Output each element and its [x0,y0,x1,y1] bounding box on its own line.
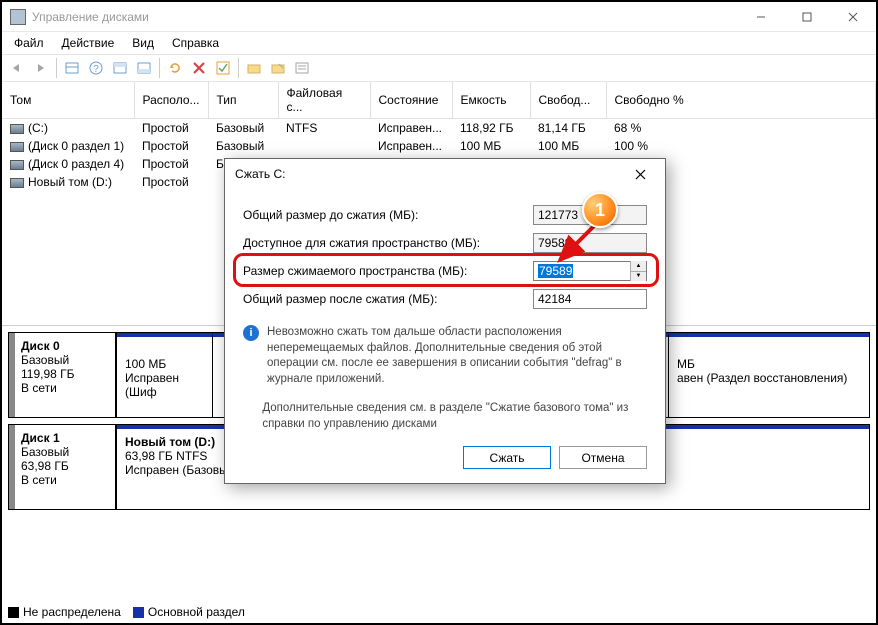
cancel-button[interactable]: Отмена [559,446,647,469]
partition[interactable]: 100 МБ Исправен (Шиф [117,333,213,417]
refresh-icon[interactable] [164,57,186,79]
spinner[interactable]: ▲▼ [630,261,646,281]
table-row[interactable]: (C:) ПростойБазовыйNTFS Исправен...118,9… [2,119,876,138]
minimize-button[interactable] [738,2,784,32]
info-icon: i [243,325,259,341]
dialog-title-bar: Сжать C: [225,159,665,189]
spinner-down-icon: ▼ [631,272,646,282]
grid-top-icon[interactable] [109,57,131,79]
col-fs[interactable]: Файловая с... [278,82,370,119]
back-icon[interactable] [6,57,28,79]
col-layout[interactable]: Располо... [134,82,208,119]
title-bar: Управление дисками [2,2,876,32]
shrink-amount-input[interactable]: 79589 ▲▼ [533,261,647,281]
value-available: 79589 [533,233,647,253]
col-free[interactable]: Свобод... [530,82,606,119]
partition[interactable]: МБ авен (Раздел восстановления) [669,333,869,417]
value-total-after: 42184 [533,289,647,309]
toolbar: ? [2,54,876,82]
delete-icon[interactable] [188,57,210,79]
folder-icon[interactable] [243,57,265,79]
svg-text:?: ? [93,64,99,75]
menu-help[interactable]: Справка [164,34,227,52]
view-list-icon[interactable] [61,57,83,79]
table-row[interactable]: (Диск 0 раздел 1) ПростойБазовый Исправе… [2,137,876,155]
app-icon [10,9,26,25]
volume-icon [10,124,24,134]
col-pct[interactable]: Свободно % [606,82,876,119]
col-status[interactable]: Состояние [370,82,452,119]
grid-bottom-icon[interactable] [133,57,155,79]
check-icon[interactable] [212,57,234,79]
table-header-row: Том Располо... Тип Файловая с... Состоян… [2,82,876,119]
menu-action[interactable]: Действие [54,34,123,52]
close-button[interactable] [830,2,876,32]
shrink-button[interactable]: Сжать [463,446,551,469]
info-block: i Невозможно сжать том дальше области ра… [243,325,647,387]
help-icon[interactable]: ? [85,57,107,79]
volume-icon [10,178,24,188]
disk-info: Диск 1 Базовый 63,98 ГБ В сети [9,425,117,509]
menu-view[interactable]: Вид [124,34,162,52]
volume-icon [10,160,24,170]
col-type[interactable]: Тип [208,82,278,119]
dialog-title: Сжать C: [235,167,285,181]
menu-bar: Файл Действие Вид Справка [2,32,876,54]
properties-icon[interactable] [291,57,313,79]
col-cap[interactable]: Емкость [452,82,530,119]
menu-file[interactable]: Файл [6,34,52,52]
forward-icon[interactable] [30,57,52,79]
label-total-after: Общий размер после сжатия (МБ): [243,292,533,306]
label-total-before: Общий размер до сжатия (МБ): [243,208,533,222]
spinner-up-icon: ▲ [631,261,646,272]
maximize-button[interactable] [784,2,830,32]
volume-icon [10,142,24,152]
window-title: Управление дисками [32,10,149,24]
info-block-2: Дополнительные сведения см. в разделе "С… [243,401,647,432]
col-volume[interactable]: Том [2,82,134,119]
annotation-marker: 1 [582,192,618,228]
disk-info: Диск 0 Базовый 119,98 ГБ В сети [9,333,117,417]
label-available: Доступное для сжатия пространство (МБ): [243,236,533,250]
label-shrink-amount: Размер сжимаемого пространства (МБ): [243,264,533,278]
legend: Не распределена Основной раздел [8,605,245,619]
dialog-close-button[interactable] [625,159,655,189]
folder-open-icon[interactable] [267,57,289,79]
